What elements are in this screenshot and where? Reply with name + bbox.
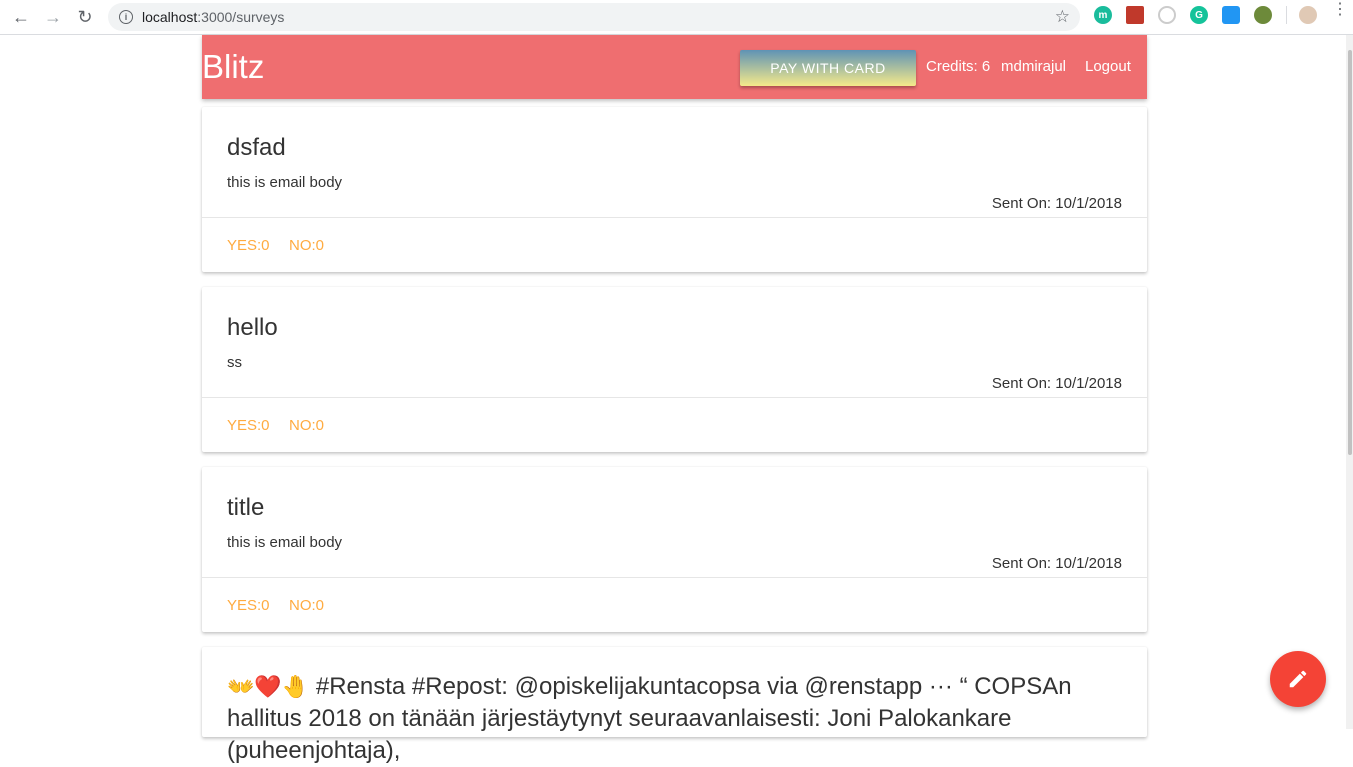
- card-divider: [202, 577, 1147, 578]
- yes-count-link[interactable]: YES:0: [227, 597, 270, 614]
- survey-body: this is email body: [227, 174, 343, 191]
- pencil-icon: [1289, 670, 1307, 688]
- card-divider: [202, 217, 1147, 218]
- yes-count-link[interactable]: YES:0: [227, 237, 270, 254]
- yes-count-link[interactable]: YES:0: [227, 417, 270, 434]
- profile-avatar-icon[interactable]: [1299, 6, 1317, 24]
- emoji-hands-heart: 👐❤️🤚: [227, 674, 310, 699]
- survey-title: title: [227, 494, 265, 521]
- extension-circle-icon[interactable]: [1158, 6, 1176, 24]
- credits-label: Credits: 6: [926, 58, 991, 75]
- survey-card: 👐❤️🤚 #Rensta #Repost: @opiskelijakuntaco…: [202, 647, 1147, 764]
- survey-title: dsfad: [227, 134, 286, 161]
- survey-sent-date: Sent On: 10/1/2018: [991, 555, 1122, 572]
- browser-toolbar: ← → ↻ i localhost:3000/surveys ☆ m G ⋮: [0, 0, 1353, 35]
- grammarly-icon[interactable]: G: [1190, 6, 1208, 24]
- app-navbar: Blitz PAY WITH CARD Credits: 6 mdmirajul…: [202, 35, 1147, 99]
- extensions-area: m G: [1094, 6, 1331, 24]
- app-logo[interactable]: Blitz: [202, 48, 264, 86]
- survey-sent-date: Sent On: 10/1/2018: [991, 375, 1122, 392]
- browser-menu-icon[interactable]: ⋮: [1332, 2, 1348, 18]
- pay-with-card-button[interactable]: PAY WITH CARD: [740, 50, 916, 86]
- survey-body: ss: [227, 354, 242, 371]
- address-bar[interactable]: i localhost:3000/surveys ☆: [108, 3, 1080, 31]
- no-count-link[interactable]: NO:0: [289, 237, 324, 254]
- survey-card: title this is email body Sent On: 10/1/2…: [202, 467, 1147, 632]
- card-divider: [202, 397, 1147, 398]
- info-icon[interactable]: i: [119, 10, 133, 24]
- back-arrow-icon[interactable]: ←: [8, 4, 34, 30]
- url-text: localhost:3000/surveys: [142, 9, 284, 25]
- survey-long-text: #Rensta #Repost: @opiskelijakuntacopsa v…: [227, 673, 1072, 764]
- toolbar-separator: [1286, 6, 1287, 24]
- no-count-link[interactable]: NO:0: [289, 597, 324, 614]
- bookmark-star-icon[interactable]: ☆: [1055, 7, 1070, 27]
- create-survey-button[interactable]: [1270, 651, 1326, 707]
- survey-card: dsfad this is email body Sent On: 10/1/2…: [202, 107, 1147, 272]
- username-label: mdmirajul: [1001, 58, 1067, 75]
- survey-title: hello: [227, 314, 278, 341]
- extension-globe-icon[interactable]: [1254, 6, 1272, 24]
- survey-card: hello ss Sent On: 10/1/2018 YES:0 NO:0: [202, 287, 1147, 452]
- url-path: :3000/surveys: [197, 9, 285, 25]
- survey-body: this is email body: [227, 534, 343, 551]
- forward-arrow-icon[interactable]: →: [40, 4, 66, 30]
- survey-sent-date: Sent On: 10/1/2018: [991, 195, 1122, 212]
- extension-m-icon[interactable]: m: [1094, 6, 1112, 24]
- reload-icon[interactable]: ↻: [72, 4, 98, 30]
- survey-title: 👐❤️🤚 #Rensta #Repost: @opiskelijakuntaco…: [227, 671, 1127, 767]
- no-count-link[interactable]: NO:0: [289, 417, 324, 434]
- logout-link[interactable]: Logout: [1085, 58, 1131, 75]
- url-host: localhost: [142, 9, 198, 25]
- extension-red-icon[interactable]: [1126, 6, 1144, 24]
- extension-blue-icon[interactable]: [1222, 6, 1240, 24]
- scrollbar-thumb[interactable]: [1348, 50, 1352, 455]
